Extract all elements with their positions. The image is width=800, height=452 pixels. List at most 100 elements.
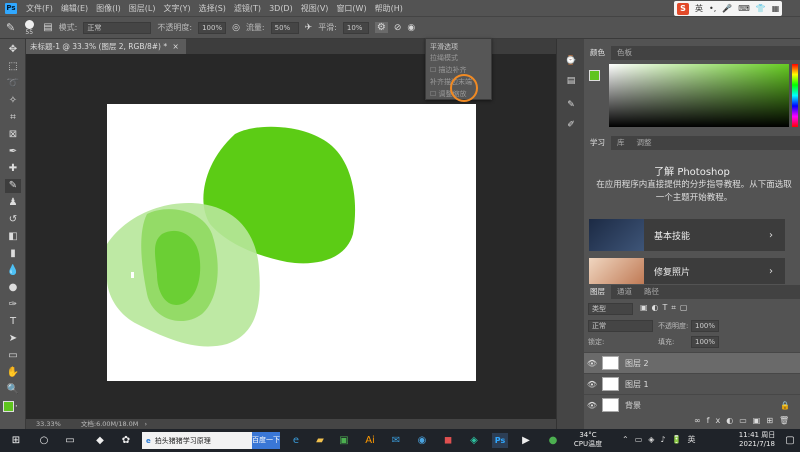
layer-row[interactable]: 👁 图层 1 <box>584 373 800 394</box>
brush-settings-panel-icon[interactable]: ✐ <box>565 119 577 131</box>
properties-panel-icon[interactable]: ▤ <box>565 75 577 87</box>
menu-layer[interactable]: 图层(L) <box>125 3 160 14</box>
tutorial-card-basics[interactable]: 基本技能 › <box>589 219 785 251</box>
dodge-tool-icon[interactable]: ● <box>5 281 21 295</box>
visibility-eye-icon[interactable]: 👁 <box>584 380 600 389</box>
hue-slider[interactable] <box>792 64 798 127</box>
menu-3d[interactable]: 3D(D) <box>265 4 297 13</box>
cpu-temperature[interactable]: 34°C CPU温度 <box>570 431 606 449</box>
file-explorer-icon[interactable]: ▰ <box>312 433 328 448</box>
browser-search-box[interactable]: e 拍头猪猪学习原理 <box>142 432 252 449</box>
eyedropper-tool-icon[interactable]: ✒ <box>5 145 21 159</box>
brush-size-preview[interactable]: 55 <box>21 19 37 36</box>
clone-stamp-tool-icon[interactable]: ♟ <box>5 196 21 210</box>
ime-mode-label[interactable]: 英 <box>695 3 703 14</box>
brush-panel-icon[interactable]: ✎ <box>565 99 577 111</box>
pressure-size-icon[interactable]: ◉ <box>407 23 415 33</box>
tab-adjustments[interactable]: 调整 <box>631 136 658 150</box>
color-panel-foreground-swatch[interactable] <box>589 70 600 81</box>
pressure-opacity-icon[interactable]: ◎ <box>232 23 240 33</box>
healing-brush-tool-icon[interactable]: ✚ <box>5 162 21 176</box>
layer-action-icons[interactable]: ∞fx◐▭▣⊞🗑 <box>694 416 795 425</box>
color-picker-field[interactable] <box>609 64 789 127</box>
visibility-eye-icon[interactable]: 👁 <box>584 401 600 410</box>
history-panel-icon[interactable]: ⌚ <box>565 55 577 67</box>
app-icon[interactable]: ◉ <box>414 433 430 448</box>
notification-icon[interactable]: ▢ <box>782 433 798 448</box>
taskbar-clock[interactable]: 11:41 周日 2021/7/18 <box>735 431 779 449</box>
tutorial-card-fix-photos[interactable]: 修复照片 › <box>589 258 785 284</box>
tab-learn[interactable]: 学习 <box>584 136 611 150</box>
app-icon[interactable]: ▣ <box>336 433 352 448</box>
smoothing-field[interactable]: 10% <box>342 21 369 34</box>
illustrator-icon[interactable]: Ai <box>362 433 378 448</box>
tab-libraries[interactable]: 库 <box>611 136 631 150</box>
brush-angle-icon[interactable]: ⊘ <box>394 23 402 33</box>
move-tool-icon[interactable]: ✥ <box>5 43 21 57</box>
eraser-tool-icon[interactable]: ◧ <box>5 230 21 244</box>
history-brush-tool-icon[interactable]: ↺ <box>5 213 21 227</box>
close-tab-icon[interactable]: × <box>173 42 179 51</box>
skin-icon[interactable]: 👕 <box>756 4 766 13</box>
system-tray-icons[interactable]: ⌃▭◈♪🔋英 <box>622 434 701 445</box>
layer-blend-mode[interactable]: 正常 <box>588 320 653 332</box>
task-view-icon[interactable]: ▭ <box>62 433 78 448</box>
pulled-string-option[interactable]: 拉绳模式 <box>430 53 458 63</box>
fill-field[interactable]: 100% <box>691 336 719 348</box>
menu-file[interactable]: 文件(F) <box>22 3 57 14</box>
zoom-level[interactable]: 33.33% <box>36 420 61 428</box>
search-icon[interactable]: ○ <box>36 433 52 448</box>
marquee-tool-icon[interactable]: ⬚ <box>5 60 21 74</box>
photoshop-taskbar-icon[interactable]: Ps <box>492 433 508 448</box>
app-icon[interactable]: ◆ <box>92 433 108 448</box>
menu-filter[interactable]: 滤镜(T) <box>230 3 265 14</box>
camera-icon[interactable]: ▶ <box>518 433 534 448</box>
brush-tool-icon[interactable]: ✎ <box>6 21 15 34</box>
tab-color[interactable]: 颜色 <box>584 46 611 60</box>
mode-select[interactable]: 正常 <box>83 21 152 34</box>
status-chevron-icon[interactable]: › <box>145 420 148 428</box>
document-info[interactable]: 文档:6.00M/18.0M <box>81 420 139 428</box>
crop-tool-icon[interactable]: ⌗ <box>5 111 21 125</box>
grid-icon[interactable]: ▦ <box>772 4 780 13</box>
type-tool-icon[interactable]: T <box>5 315 21 329</box>
canvas-workspace[interactable] <box>26 54 556 420</box>
edge-icon[interactable]: e <box>288 433 304 448</box>
mail-icon[interactable]: ✉ <box>388 433 404 448</box>
punctuation-icon[interactable]: •, <box>709 4 716 13</box>
airbrush-icon[interactable]: ✈ <box>305 23 313 33</box>
path-selection-tool-icon[interactable]: ➤ <box>5 332 21 346</box>
windows-start-icon[interactable]: ⊞ <box>8 433 24 448</box>
app-icon[interactable]: ◈ <box>466 433 482 448</box>
ime-toolbar[interactable]: S 英 •, 🎤 ⌨ 👕 ▦ <box>674 1 782 16</box>
app-icon[interactable]: ◼ <box>440 433 456 448</box>
tab-layers[interactable]: 图层 <box>584 285 611 299</box>
keyboard-icon[interactable]: ⌨ <box>738 4 750 13</box>
layer-row[interactable]: 👁 背景 🔒 <box>584 394 800 415</box>
frame-tool-icon[interactable]: ⊠ <box>5 128 21 142</box>
microphone-icon[interactable]: 🎤 <box>722 4 732 13</box>
layer-row[interactable]: 👁 图层 2 <box>584 352 800 373</box>
opacity-field[interactable]: 100% <box>198 21 227 34</box>
smoothing-gear-icon[interactable]: ⚙ <box>374 22 388 33</box>
tab-paths[interactable]: 路径 <box>638 285 665 299</box>
layer-opacity-field[interactable]: 100% <box>691 320 719 332</box>
app-icon[interactable]: ✿ <box>118 433 134 448</box>
hand-tool-icon[interactable]: ✋ <box>5 366 21 380</box>
menu-edit[interactable]: 编辑(E) <box>57 3 92 14</box>
flow-field[interactable]: 50% <box>270 21 299 34</box>
document-canvas[interactable] <box>107 104 476 381</box>
menu-window[interactable]: 窗口(W) <box>332 3 370 14</box>
gradient-tool-icon[interactable]: ▮ <box>5 247 21 261</box>
menu-type[interactable]: 文字(Y) <box>159 3 194 14</box>
menu-view[interactable]: 视图(V) <box>297 3 333 14</box>
tab-channels[interactable]: 通道 <box>611 285 638 299</box>
visibility-eye-icon[interactable]: 👁 <box>584 359 600 368</box>
layer-kind-filter[interactable]: 类型 <box>588 303 633 315</box>
menu-image[interactable]: 图像(I) <box>92 3 125 14</box>
zoom-tool-icon[interactable]: 🔍 <box>5 383 21 397</box>
document-tab[interactable]: 未标题-1 @ 33.3% (图层 2, RGB/8#) * × <box>26 39 186 54</box>
wechat-icon[interactable]: ● <box>545 433 561 448</box>
brush-tool-icon[interactable]: ✎ <box>5 179 21 193</box>
rectangle-tool-icon[interactable]: ▭ <box>5 349 21 363</box>
